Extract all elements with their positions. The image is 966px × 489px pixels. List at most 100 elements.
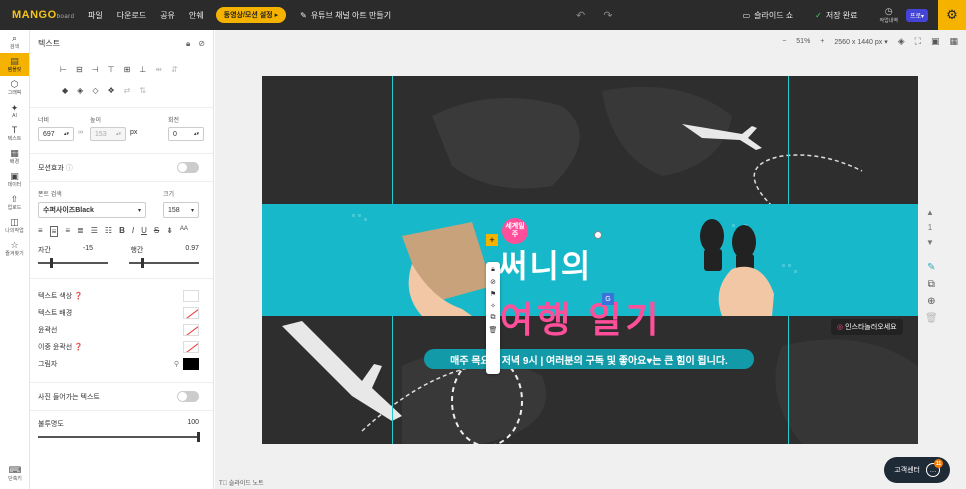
title-line-2[interactable]: 여행 일기 [500,291,662,343]
tool-ai[interactable]: ✦ AI [0,99,29,122]
distribute-h-icon[interactable]: ⇹ [155,65,162,74]
page-down-icon[interactable]: ▼ [926,238,934,247]
undo-icon[interactable]: ↶ [576,9,585,22]
tool-shortcuts[interactable]: ⌨ 단축키 [0,462,30,485]
motion-toggle[interactable] [177,162,199,173]
delete-page-icon[interactable]: 🗑︎ [925,313,938,324]
translate-icon[interactable]: G [602,293,614,305]
text-color-swatch[interactable] [183,289,199,302]
tool-favorites[interactable]: ☆ 즐겨찾기 [0,237,29,260]
width-field[interactable]: 697 ▴▾ [38,127,74,141]
align-right-icon[interactable]: ⊣ [92,65,99,74]
line-height-slider[interactable] [129,258,199,268]
redo-icon[interactable]: ↷ [603,9,612,22]
rotate-handle[interactable] [594,231,602,239]
document-title[interactable]: ✎ 유튜브 채널 아트 만들기 [300,10,391,21]
tool-graphic[interactable]: ⬡ 그래픽 [0,76,29,99]
rotate-field[interactable]: 0 ▴▾ [168,127,204,141]
grid-icon[interactable]: ▦ [949,36,958,47]
send-backward-icon[interactable]: ◇ [92,86,98,95]
menu-share[interactable]: 공유 [160,10,175,21]
italic-icon[interactable]: I [132,226,134,237]
duplicate-page-icon[interactable]: ⧉ [928,279,935,290]
motion-settings-button[interactable]: 동영상/모션 설정 ▸ [215,7,287,23]
underline-icon[interactable]: U [141,226,147,237]
text-justify-icon[interactable]: ≣ [77,226,84,237]
design-canvas[interactable]: 세계일주 써니의 여행 일기 ◎ 인스타놀러오세요 매주 목요일 저녁 9시 |… [262,76,918,444]
text-bg-swatch[interactable] [183,306,199,319]
case-icon[interactable]: AA [180,226,188,237]
flip-v-icon[interactable]: ⇅ [139,86,146,95]
list-number-icon[interactable]: ☷ [105,226,112,237]
align-center-h-icon[interactable]: ⊟ [76,65,83,74]
align-left-icon[interactable]: ⊢ [60,65,67,74]
slide-notes[interactable]: T⃞ 슬라이드 노트 [219,478,264,487]
tool-search[interactable]: ⌕ 검색 [0,30,29,53]
tool-text[interactable]: T 텍스트 [0,122,29,145]
menu-file[interactable]: 파일 [88,10,103,21]
effect-icon[interactable]: ✧ [490,302,496,310]
trash-icon[interactable]: 🗑︎ [489,326,498,334]
copy-icon[interactable]: ⧉ [491,314,496,322]
preview-icon[interactable]: ▣ [931,36,940,47]
list-bullet-icon[interactable]: ☰ [91,226,98,237]
font-size-select[interactable]: 158 ▾ [163,202,199,218]
canvas-size[interactable]: 2560 x 1440 px ▾ [834,38,887,46]
history-button[interactable]: ◷ 작업내역 [880,6,898,24]
outline-swatch[interactable] [183,323,199,336]
zoom-value[interactable]: 51% [796,38,810,45]
selection-move-handle[interactable]: + [486,234,498,246]
help-center-button[interactable]: 고객센터 … 11 [884,457,950,483]
bring-front-icon[interactable]: ◆ [62,86,68,95]
flag-icon[interactable]: ⚑ [490,290,496,298]
bring-forward-icon[interactable]: ◈ [77,86,83,95]
text-align-left-icon[interactable]: ≡ [38,226,43,237]
menu-print[interactable]: 안쉐 [189,10,204,21]
tool-template[interactable]: ▤ 템플릿 [0,53,29,76]
lock-icon[interactable]: 🔒︎ [186,39,190,49]
page-up-icon[interactable]: ▲ [926,208,934,217]
tool-data[interactable]: ▣ 데이터 [0,168,29,191]
photo-text-toggle[interactable] [177,391,199,402]
zoom-out-icon[interactable]: − [782,38,786,45]
logo[interactable]: MANGOboard [12,9,76,21]
layers-icon[interactable]: ◈ [898,36,905,47]
unlink-icon[interactable]: ⊘ [198,39,205,49]
double-outline-swatch[interactable] [183,340,199,353]
menu-download[interactable]: 다운로드 [117,10,146,21]
subtitle-label[interactable]: 매주 목요일 저녁 9시 | 여러분의 구독 및 좋아요♥는 큰 힘이 됩니다. [424,349,754,369]
font-select[interactable]: 수퍼사이즈Black ▾ [38,202,146,218]
unlink-icon[interactable]: ⊘ [490,278,496,286]
distribute-v-icon[interactable]: ⇵ [171,65,178,74]
pro-badge[interactable]: 프로▾ [905,8,928,22]
height-field[interactable]: 153 ▴▾ [90,127,126,141]
tool-my-work[interactable]: ◫ 나의작업 [0,214,29,237]
vertical-text-icon[interactable]: ⇟ [166,226,173,237]
tool-background[interactable]: ▦ 배경 [0,145,29,168]
fit-icon[interactable]: ⛶ [915,36,921,47]
opacity-slider[interactable] [38,432,200,442]
location-icon[interactable]: ⚲ [174,360,179,368]
align-top-icon[interactable]: ⊤ [108,65,115,74]
flip-h-icon[interactable]: ⇄ [124,86,131,95]
add-page-icon[interactable]: ⊕ [927,296,935,307]
bold-icon[interactable]: B [119,226,125,237]
slideshow-button[interactable]: ▭ 슬라이드 쇼 [743,10,794,21]
align-middle-icon[interactable]: ⊞ [124,65,131,74]
zoom-in-icon[interactable]: + [820,38,824,45]
gear-icon[interactable]: ⚙ [938,0,966,30]
shadow-swatch[interactable] [183,357,199,370]
letter-spacing-slider[interactable] [38,258,108,268]
instagram-badge[interactable]: ◎ 인스타놀러오세요 [831,319,903,335]
align-bottom-icon[interactable]: ⊥ [139,65,146,74]
link-icon[interactable]: ∞ [78,115,86,141]
text-align-center-icon[interactable]: ≡ [49,226,59,237]
send-back-icon[interactable]: ❖ [107,86,114,95]
magic-icon[interactable]: ✎ [927,262,935,273]
text-align-right-icon[interactable]: ≡ [65,226,70,237]
tool-upload[interactable]: ⇧ 업로드 [0,191,29,214]
strike-icon[interactable]: S [154,226,159,237]
lock-icon[interactable]: 🔒︎ [491,266,495,274]
title-line-1[interactable]: 써니의 [498,241,592,287]
spacing-labels: 자간 -15 행간 0.97 [38,245,199,254]
